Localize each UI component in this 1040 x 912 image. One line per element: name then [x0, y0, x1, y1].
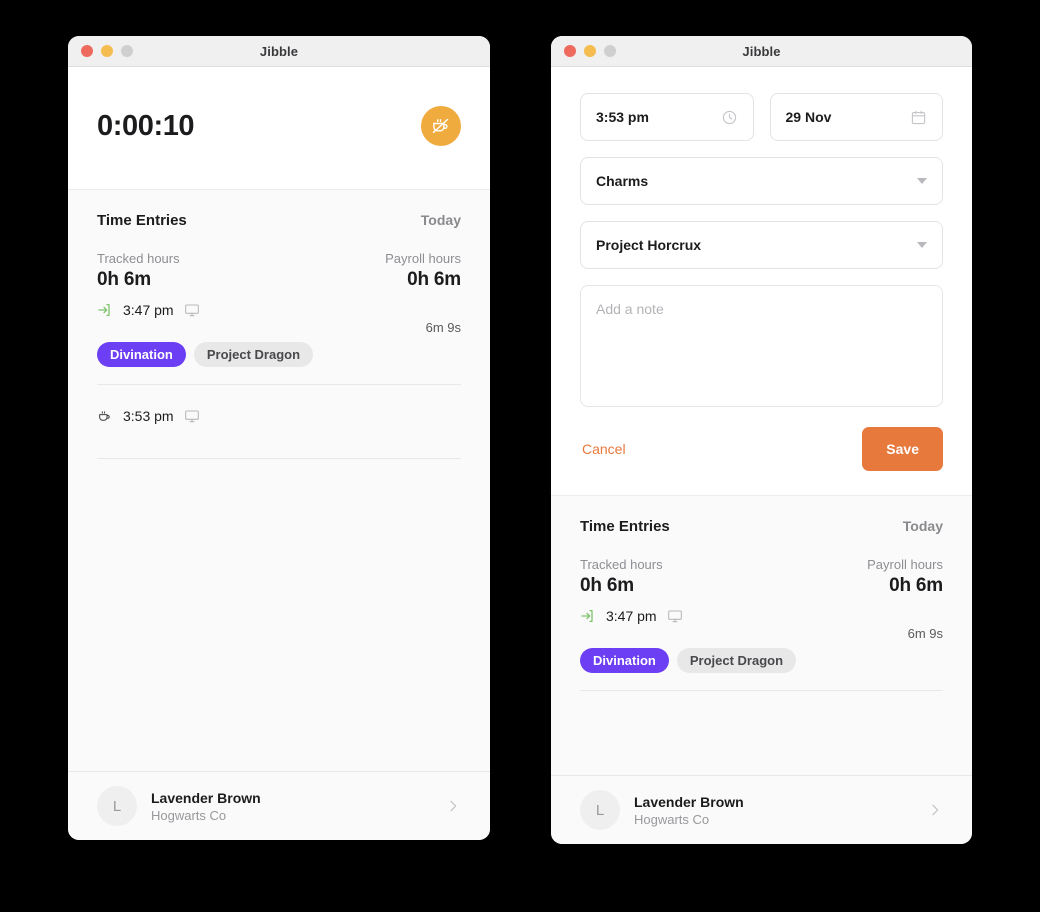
- account-footer[interactable]: L Lavender Brown Hogwarts Co: [551, 775, 972, 844]
- entry-time: 3:47 pm: [123, 302, 174, 318]
- desktop-monitor-icon: [184, 408, 200, 424]
- chip-project[interactable]: Project Dragon: [676, 648, 797, 673]
- hours-summary: Tracked hours 0h 6m Payroll hours 0h 6m: [68, 229, 490, 291]
- take-break-button[interactable]: [421, 106, 461, 146]
- screen: Jibble 0:00:10 Time Entries Today Tracke…: [0, 0, 1040, 912]
- project-value: Project Horcrux: [596, 237, 702, 253]
- entries-title: Time Entries: [580, 518, 670, 535]
- chevron-right-icon[interactable]: [927, 802, 943, 818]
- entries-header: Time Entries Today: [68, 190, 490, 229]
- chevron-down-icon[interactable]: [917, 242, 927, 248]
- account-org: Hogwarts Co: [151, 807, 227, 823]
- payroll-hours-label: Payroll hours: [385, 251, 461, 266]
- calendar-icon[interactable]: [910, 109, 927, 126]
- date-value: 29 Nov: [785, 109, 832, 125]
- avatar: L: [580, 790, 620, 830]
- account-info: Lavender Brown Hogwarts Co: [634, 794, 913, 827]
- clock-in-arrow-icon: [97, 302, 113, 318]
- tracked-hours: Tracked hours 0h 6m: [580, 557, 663, 597]
- entries-spacer: [68, 459, 490, 771]
- entries-period[interactable]: Today: [903, 518, 943, 534]
- jibble-timer-window: Jibble 0:00:10 Time Entries Today Tracke…: [68, 36, 490, 840]
- window-title: Jibble: [259, 43, 299, 59]
- chip-activity[interactable]: Divination: [580, 648, 669, 673]
- tracked-hours-value: 0h 6m: [97, 269, 151, 290]
- time-entry-row[interactable]: 3:47 pm: [68, 291, 490, 318]
- time-entry-row[interactable]: 3:53 pm: [68, 385, 490, 424]
- coffee-cup-icon: [97, 408, 113, 424]
- coffee-cup-slash-icon: [431, 116, 451, 136]
- cancel-button[interactable]: Cancel: [580, 437, 628, 461]
- timer-value: 0:00:10: [97, 109, 195, 142]
- clock-icon[interactable]: [721, 109, 738, 126]
- payroll-hours: Payroll hours 0h 6m: [867, 557, 943, 597]
- window-body-left: 0:00:10 Time Entries Today Tracked hours…: [68, 67, 490, 840]
- project-select[interactable]: Project Horcrux: [580, 221, 943, 269]
- account-name: Lavender Brown: [634, 793, 744, 810]
- entry-form: 3:53 pm 29 Nov Charms Project Horcrux Ad…: [551, 67, 972, 495]
- date-field[interactable]: 29 Nov: [769, 93, 943, 141]
- titlebar-left: Jibble: [68, 36, 490, 67]
- tracked-hours-label: Tracked hours: [580, 557, 663, 572]
- timer-hero: 0:00:10: [68, 67, 490, 189]
- tracked-hours-label: Tracked hours: [97, 251, 180, 266]
- tracked-hours-value: 0h 6m: [580, 575, 634, 596]
- time-entry-row[interactable]: 3:47 pm: [551, 597, 972, 624]
- time-value: 3:53 pm: [596, 109, 649, 125]
- entry-chips: Divination Project Dragon: [68, 335, 490, 367]
- chevron-right-icon[interactable]: [445, 798, 461, 814]
- payroll-hours-label: Payroll hours: [867, 557, 943, 572]
- hours-summary: Tracked hours 0h 6m Payroll hours 0h 6m: [551, 535, 972, 597]
- entry-time: 3:47 pm: [606, 608, 657, 624]
- account-info: Lavender Brown Hogwarts Co: [151, 790, 431, 823]
- entries-spacer: [551, 691, 972, 775]
- datetime-row: 3:53 pm 29 Nov: [580, 93, 943, 141]
- entries-header: Time Entries Today: [551, 496, 972, 535]
- entry-duration: 6m 9s: [425, 320, 461, 335]
- desktop-monitor-icon: [184, 302, 200, 318]
- payroll-hours: Payroll hours 0h 6m: [385, 251, 461, 291]
- account-footer[interactable]: L Lavender Brown Hogwarts Co: [68, 771, 490, 840]
- note-placeholder: Add a note: [596, 301, 664, 317]
- account-org: Hogwarts Co: [634, 811, 710, 827]
- time-entries-panel-right: Time Entries Today Tracked hours 0h 6m P…: [551, 495, 972, 775]
- save-button[interactable]: Save: [862, 427, 943, 471]
- time-field[interactable]: 3:53 pm: [580, 93, 754, 141]
- time-entries-panel-left: Time Entries Today Tracked hours 0h 6m P…: [68, 189, 490, 771]
- entry-time: 3:53 pm: [123, 408, 174, 424]
- chip-activity[interactable]: Divination: [97, 342, 186, 367]
- note-input[interactable]: Add a note: [580, 285, 943, 407]
- account-name: Lavender Brown: [151, 789, 261, 806]
- form-actions: Cancel Save: [580, 427, 943, 471]
- desktop-monitor-icon: [667, 608, 683, 624]
- activity-value: Charms: [596, 173, 649, 189]
- payroll-hours-value: 0h 6m: [889, 575, 943, 596]
- entry-chips: Divination Project Dragon: [551, 641, 972, 673]
- payroll-hours-value: 0h 6m: [407, 269, 461, 290]
- activity-select[interactable]: Charms: [580, 157, 943, 205]
- entry-duration: 6m 9s: [907, 626, 943, 641]
- entries-title: Time Entries: [97, 212, 187, 229]
- clock-in-arrow-icon: [580, 608, 596, 624]
- tracked-hours: Tracked hours 0h 6m: [97, 251, 180, 291]
- avatar: L: [97, 786, 137, 826]
- chip-project[interactable]: Project Dragon: [193, 342, 314, 367]
- window-body-right: 3:53 pm 29 Nov Charms Project Horcrux Ad…: [551, 67, 972, 844]
- chevron-down-icon[interactable]: [917, 178, 927, 184]
- window-title: Jibble: [742, 43, 781, 59]
- titlebar-right: Jibble: [551, 36, 972, 67]
- entries-period[interactable]: Today: [421, 212, 461, 228]
- jibble-entry-editor-window: Jibble 3:53 pm 29 Nov Charms Project Hor…: [551, 36, 972, 844]
